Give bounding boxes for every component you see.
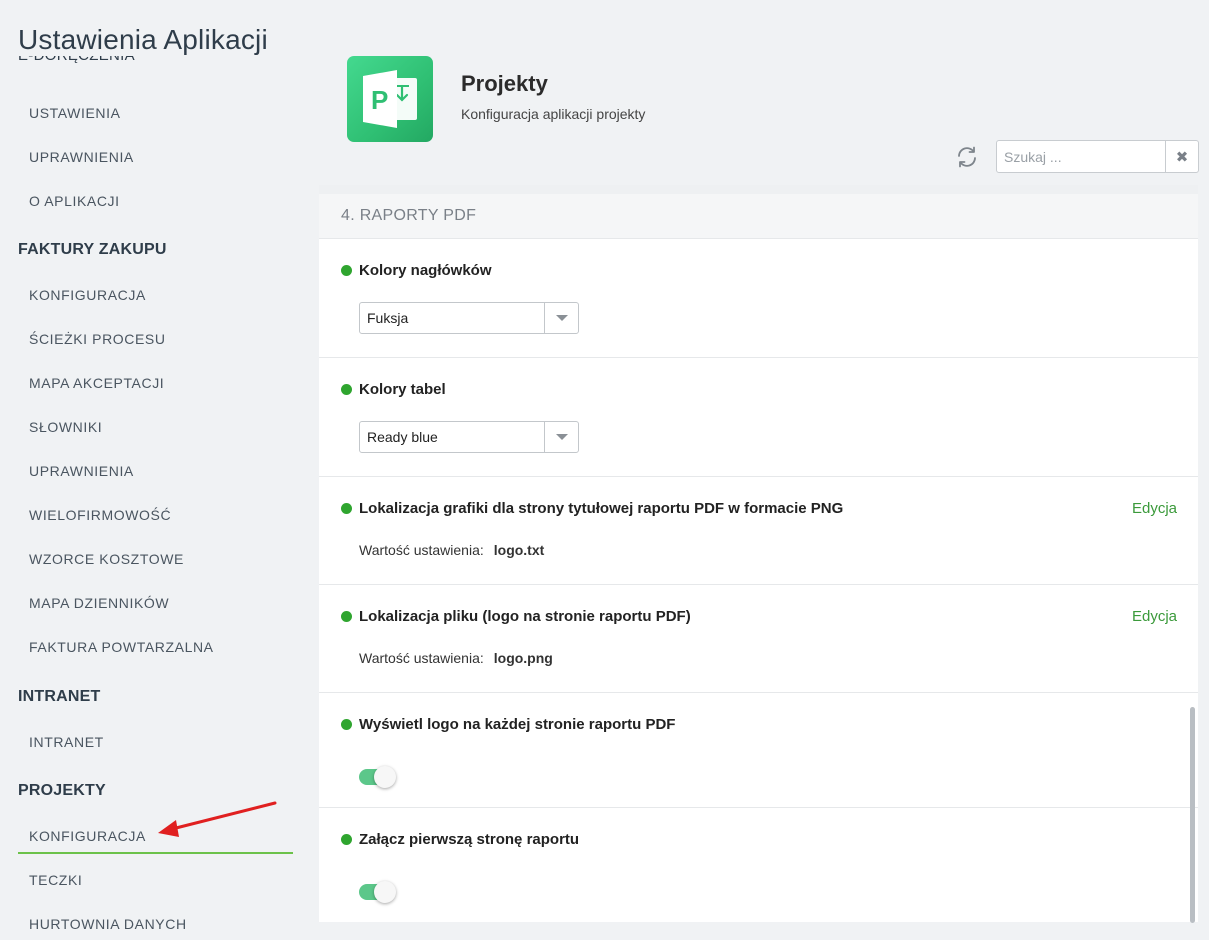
status-dot-icon	[341, 265, 352, 276]
app-title: Ustawienia Aplikacji	[18, 24, 268, 55]
annotation-arrow	[158, 801, 277, 837]
setting-header-colors: Kolory nagłówków Fuksja	[319, 239, 1198, 358]
sidebar-item-mapa-dziennikow[interactable]: MAPA DZIENNIKÓW	[18, 585, 293, 621]
sidebar-item-wielofirmowosc[interactable]: WIELOFIRMOWOŚĆ	[18, 497, 293, 533]
setting-title-text: Lokalizacja grafiki dla strony tytułowej…	[359, 500, 844, 517]
sidebar-item-o-aplikacji[interactable]: O APLIKACJI	[18, 183, 293, 219]
setting-title: Wyświetl logo na każdej stronie raportu …	[341, 716, 675, 733]
clear-search-icon[interactable]: ✖	[1165, 141, 1198, 172]
setting-title-text: Wyświetl logo na każdej stronie raportu …	[359, 716, 676, 733]
sidebar-item-konfiguracja[interactable]: KONFIGURACJA	[18, 277, 293, 313]
sidebar-item-uprawnienia-faktury[interactable]: UPRAWNIENIA	[18, 453, 293, 489]
sidebar-item-ustawienia[interactable]: USTAWIENIA	[18, 95, 293, 131]
setting-title-text: Kolory nagłówków	[359, 262, 492, 279]
setting-title-text: Załącz pierwszą stronę raportu	[359, 831, 580, 848]
sidebar-item-wzorce-kosztowe[interactable]: WZORCE KOSZTOWE	[18, 541, 293, 577]
setting-value-row: Wartość ustawienia: logo.txt	[359, 542, 544, 558]
status-dot-icon	[341, 719, 352, 730]
sidebar-item-intranet[interactable]: INTRANET	[18, 724, 293, 760]
setting-title-text: Kolory tabel	[359, 381, 446, 398]
chevron-down-icon[interactable]	[544, 303, 578, 333]
sidebar-item-teczki[interactable]: TECZKI	[18, 862, 293, 898]
chevron-down-icon[interactable]	[544, 422, 578, 452]
setting-logo-every-page: Wyświetl logo na każdej stronie raportu …	[319, 693, 1198, 808]
logo-every-page-toggle[interactable]	[359, 766, 396, 788]
sidebar-section-faktury-zakupu: FAKTURY ZAKUPU	[18, 241, 167, 258]
settings-panel: 4. RAPORTY PDF Kolory nagłówków Fuksja K…	[319, 185, 1198, 922]
edit-link[interactable]: Edycja	[1132, 500, 1177, 517]
setting-title: Kolory nagłówków	[341, 262, 492, 279]
sidebar-item-faktura-powtarzalna[interactable]: FAKTURA POWTARZALNA	[18, 629, 293, 665]
setting-attach-first-page: Załącz pierwszą stronę raportu	[319, 808, 1198, 922]
edit-link[interactable]: Edycja	[1132, 608, 1177, 625]
sidebar-item-mapa-akceptacji[interactable]: MAPA AKCEPTACJI	[18, 365, 293, 401]
setting-value: logo.txt	[493, 542, 545, 558]
toggle-knob	[374, 766, 396, 788]
status-dot-icon	[341, 503, 352, 514]
status-dot-icon	[341, 611, 352, 622]
setting-title: Lokalizacja grafiki dla strony tytułowej…	[341, 500, 843, 517]
status-dot-icon	[341, 384, 352, 395]
setting-logo-file: Lokalizacja pliku (logo na stronie rapor…	[319, 585, 1198, 693]
ms-project-icon-letter: P	[371, 85, 388, 115]
setting-value-label: Wartość ustawienia:	[359, 542, 484, 558]
table-colors-select[interactable]: Ready blue	[359, 421, 579, 453]
refresh-icon[interactable]	[955, 145, 979, 169]
sidebar-section-intranet: INTRANET	[18, 688, 101, 705]
app-description: Konfiguracja aplikacji projekty	[461, 106, 646, 122]
select-value: Fuksja	[367, 310, 409, 326]
select-value: Ready blue	[367, 429, 438, 445]
setting-title: Załącz pierwszą stronę raportu	[341, 831, 579, 848]
search-input[interactable]	[997, 141, 1165, 172]
section-title: 4. RAPORTY PDF	[319, 185, 1198, 239]
setting-title-text: Lokalizacja pliku (logo na stronie rapor…	[359, 608, 691, 625]
setting-title: Lokalizacja pliku (logo na stronie rapor…	[341, 608, 691, 625]
setting-title: Kolory tabel	[341, 381, 446, 398]
sidebar-section-cut: E-DORĘCZENIA	[18, 56, 218, 76]
setting-value: logo.png	[493, 650, 553, 666]
header-colors-select[interactable]: Fuksja	[359, 302, 579, 334]
setting-value-label: Wartość ustawienia:	[359, 650, 484, 666]
setting-table-colors: Kolory tabel Ready blue	[319, 358, 1198, 477]
sidebar-item-sciezki-procesu[interactable]: ŚCIEŻKI PROCESU	[18, 321, 293, 357]
setting-title-page-graphic: Lokalizacja grafiki dla strony tytułowej…	[319, 477, 1198, 585]
toggle-knob	[374, 881, 396, 903]
scrollbar[interactable]	[1190, 707, 1195, 923]
ms-project-icon: P	[347, 56, 433, 142]
status-dot-icon	[341, 834, 352, 845]
sidebar-item-uprawnienia[interactable]: UPRAWNIENIA	[18, 139, 293, 175]
attach-first-page-toggle[interactable]	[359, 881, 396, 903]
sidebar-item-hurtownia-danych[interactable]: HURTOWNIA DANYCH	[18, 906, 293, 940]
sidebar-section-projekty: PROJEKTY	[18, 782, 106, 799]
sidebar-item-slowniki[interactable]: SŁOWNIKI	[18, 409, 293, 445]
app-name: Projekty	[461, 71, 548, 96]
sidebar-section-label: E-DORĘCZENIA	[18, 56, 135, 64]
search-box: ✖	[996, 140, 1199, 173]
setting-value-row: Wartość ustawienia: logo.png	[359, 650, 553, 666]
